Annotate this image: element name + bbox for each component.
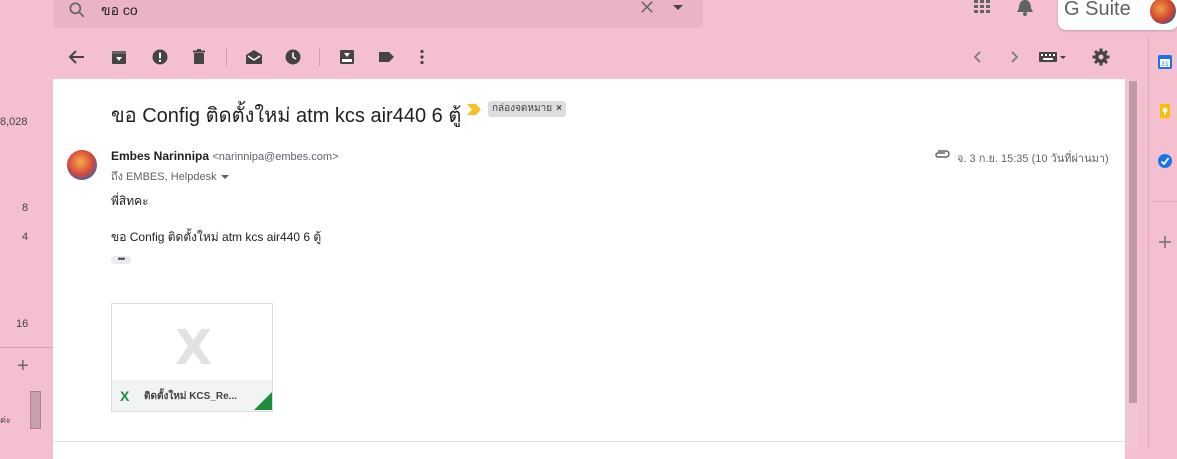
folder-count: 4 xyxy=(22,231,29,243)
scrollbar-thumb[interactable] xyxy=(1129,81,1137,403)
sender-line: Embes Narinnipa <narinnipa@embes.com> xyxy=(111,149,339,163)
settings-icon[interactable] xyxy=(1091,47,1111,67)
show-trimmed-content-button[interactable]: ••• xyxy=(111,255,131,264)
email-subject: ขอ Config ติดตั้งใหม่ atm kcs air440 6 ต… xyxy=(111,105,462,127)
delete-icon[interactable] xyxy=(189,47,209,67)
account-avatar[interactable] xyxy=(1150,0,1176,24)
hangouts-label: ค่ะ xyxy=(0,415,11,425)
attachment-filename: ติดตั้งใหม่ KCS_Re... xyxy=(144,391,238,402)
keep-icon[interactable] xyxy=(1157,103,1173,119)
mark-unread-icon[interactable] xyxy=(244,47,264,67)
folder-count: 8 xyxy=(22,202,29,214)
side-panel-divider xyxy=(1152,201,1177,202)
back-icon[interactable] xyxy=(67,47,87,67)
importance-marker-icon[interactable] xyxy=(467,104,481,115)
clear-search-icon[interactable] xyxy=(638,0,656,16)
email-view: ขอ Config ติดตั้งใหม่ atm kcs air440 6 ต… xyxy=(53,79,1125,459)
more-vert-icon[interactable] xyxy=(412,47,432,67)
left-divider xyxy=(0,347,52,348)
label-chip-text: กล่องจดหมาย xyxy=(492,103,553,114)
card-divider xyxy=(53,441,1125,442)
search-bar[interactable]: ขอ co xyxy=(53,0,703,28)
report-spam-icon[interactable] xyxy=(150,47,170,67)
prev-icon[interactable] xyxy=(968,47,988,67)
email-body-text: ขอ Config ติดตั้งใหม่ atm kcs air440 6 ต… xyxy=(111,230,322,244)
toolbar-divider xyxy=(226,48,227,66)
search-icon[interactable] xyxy=(67,0,87,20)
add-addon-icon[interactable] xyxy=(1157,234,1173,250)
archive-icon[interactable] xyxy=(109,47,129,67)
keyboard-icon[interactable] xyxy=(1038,47,1070,67)
show-details-icon[interactable] xyxy=(220,175,229,180)
apps-grid-icon[interactable] xyxy=(974,0,990,14)
email-date: จ. 3 ก.ย. 15:35 (10 วันที่ผ่านมา) xyxy=(957,153,1109,165)
recipients-line[interactable]: ถึง EMBES, Helpdesk xyxy=(111,167,229,185)
excel-preview-icon: X xyxy=(175,320,213,376)
inbox-label-chip[interactable]: กล่องจดหมาย × xyxy=(488,101,566,117)
search-options-dropdown-icon[interactable] xyxy=(673,5,683,10)
attachment-icon xyxy=(935,150,950,158)
move-to-icon[interactable] xyxy=(337,47,357,67)
folder-count: 16 xyxy=(16,318,29,330)
notifications-icon[interactable] xyxy=(1016,0,1034,16)
toolbar-divider xyxy=(319,48,320,66)
attachment-preview: X xyxy=(112,304,272,380)
search-input[interactable]: ขอ co xyxy=(101,0,138,22)
gsuite-logo: G Suite xyxy=(1064,0,1131,20)
recipients-text: ถึง EMBES, Helpdesk xyxy=(111,171,217,183)
snooze-icon[interactable] xyxy=(283,47,303,67)
sender-avatar[interactable] xyxy=(67,150,97,180)
calendar-icon[interactable]: 31 xyxy=(1157,54,1173,70)
svg-text:31: 31 xyxy=(1161,61,1169,68)
left-scrollbar[interactable] xyxy=(30,391,41,429)
add-icon[interactable]: + xyxy=(17,355,29,378)
excel-file-icon: X xyxy=(120,388,130,404)
tasks-icon[interactable] xyxy=(1157,153,1173,169)
email-body-greeting: พี่สิทคะ xyxy=(111,194,149,208)
file-corner-icon xyxy=(254,392,272,410)
attachment-footer: X ติดตั้งใหม่ KCS_Re... xyxy=(112,380,272,411)
sender-email: <narinnipa@embes.com> xyxy=(212,151,339,163)
attachment-card[interactable]: X X ติดตั้งใหม่ KCS_Re... xyxy=(111,303,273,412)
gsuite-account-badge[interactable]: G Suite xyxy=(1058,0,1177,30)
remove-label-icon[interactable]: × xyxy=(556,103,562,114)
next-icon[interactable] xyxy=(1004,47,1024,67)
folder-count: 8,028 xyxy=(0,116,28,128)
labels-icon[interactable] xyxy=(376,47,396,67)
sender-name[interactable]: Embes Narinnipa xyxy=(111,149,209,163)
